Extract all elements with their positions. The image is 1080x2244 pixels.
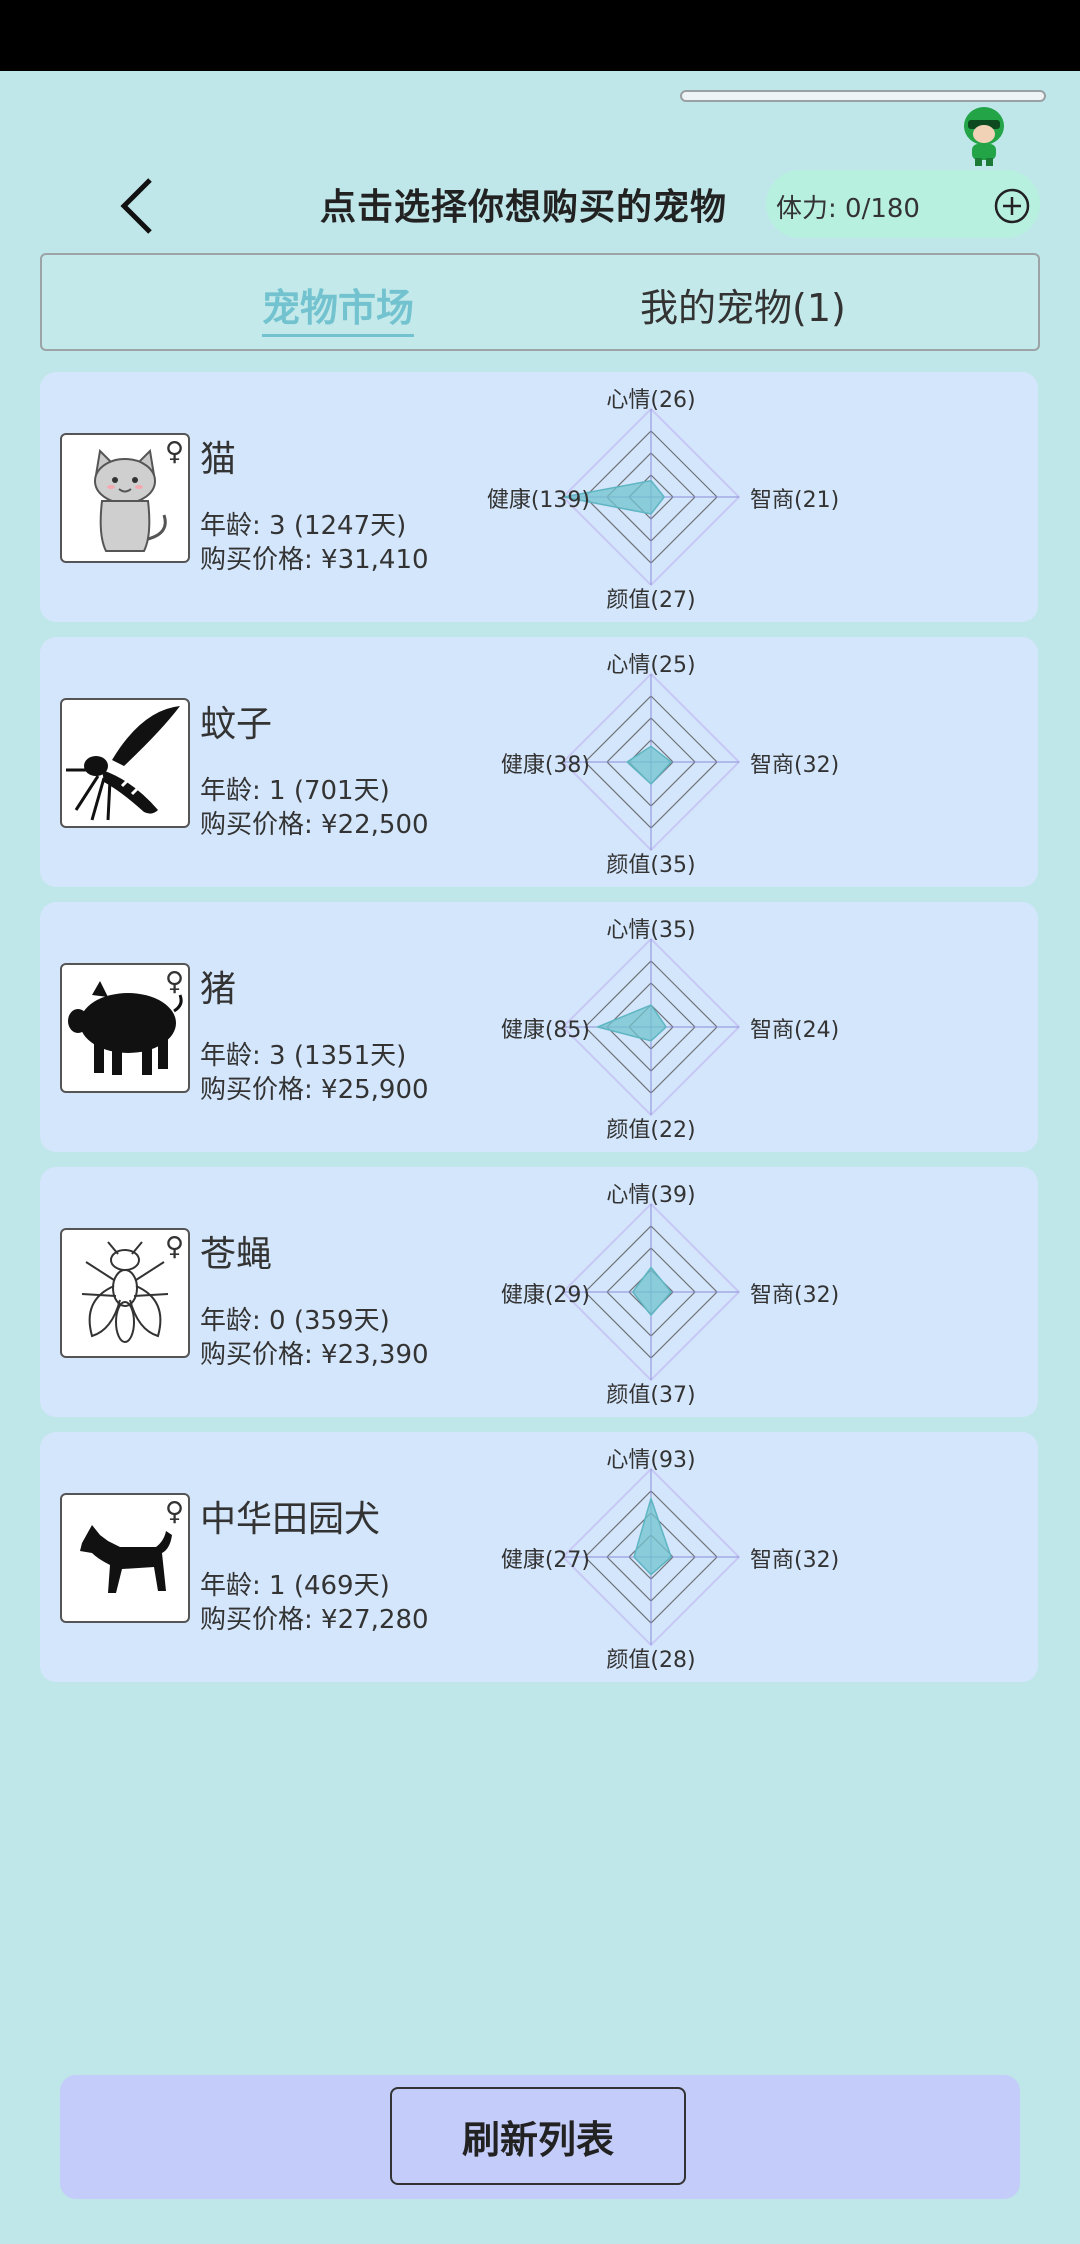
stat-iq-label: 智商(21) (750, 488, 840, 513)
stat-health-label: 健康(85) (500, 1018, 590, 1043)
gender-female-icon: ♀ (164, 1232, 184, 1262)
mosquito-icon (66, 706, 180, 821)
pet-price: 购买价格: ¥23,390 (200, 1340, 429, 1370)
stat-iq-label: 智商(32) (750, 1283, 840, 1308)
page-title: 点击选择你想购买的宠物 (320, 187, 728, 228)
pet-name: 中华田园犬 (200, 1499, 381, 1540)
stat-health-label: 健康(27) (500, 1548, 590, 1573)
header: 点击选择你想购买的宠物 体力: 0/180 (0, 160, 1080, 250)
stat-looks-label: 颜值(22) (606, 1118, 696, 1143)
stat-health-label: 健康(38) (500, 753, 590, 778)
pet-price: 购买价格: ¥22,500 (200, 810, 429, 840)
gender-female-icon: ♀ (164, 1497, 184, 1527)
stats-radar: 心情(35) 智商(24) 颜值(22) 健康(85) (426, 902, 876, 1152)
gender-female-icon: ♀ (164, 437, 184, 467)
pet-thumbnail: ♀ (60, 1228, 190, 1358)
stat-looks-label: 颜值(28) (606, 1648, 696, 1673)
pet-name: 猫 (200, 439, 237, 480)
stat-mood-label: 心情(25) (606, 653, 696, 678)
tab-my-pets[interactable]: 我的宠物(1) (640, 277, 846, 332)
pet-age: 年龄: 3 (1351天) (200, 1041, 407, 1071)
stats-radar: 心情(26) 智商(21) 颜值(27) 健康(139) (426, 372, 876, 622)
stat-iq-label: 智商(32) (750, 1548, 840, 1573)
pet-price: 购买价格: ¥31,410 (200, 545, 429, 575)
pet-age: 年龄: 3 (1247天) (200, 511, 407, 541)
pet-age: 年龄: 1 (469天) (200, 1571, 390, 1601)
pet-thumbnail: ♀ (60, 433, 190, 563)
tab-pet-market[interactable]: 宠物市场 (262, 277, 415, 337)
stat-looks-label: 颜值(35) (606, 853, 696, 878)
pet-name: 猪 (200, 969, 237, 1010)
pet-price: 购买价格: ¥25,900 (200, 1075, 429, 1105)
stats-radar: 心情(25) 智商(32) 颜值(35) 健康(38) (426, 637, 876, 887)
pet-price: 购买价格: ¥27,280 (200, 1605, 429, 1635)
footer-bar: 刷新列表 (60, 2075, 1020, 2199)
stats-radar: 心情(39) 智商(32) 颜值(37) 健康(29) (426, 1167, 876, 1417)
stamina-indicator: 体力: 0/180 (766, 170, 1040, 238)
pet-thumbnail: ♀ (60, 963, 190, 1093)
add-stamina-button[interactable] (994, 188, 1030, 224)
stat-looks-label: 颜值(27) (606, 588, 696, 613)
pet-card[interactable]: ♀ 猪 年龄: 3 (1351天) 购买价格: ¥25,900 心情(35) 智… (40, 902, 1038, 1152)
tab-bar: 宠物市场 我的宠物(1) (40, 253, 1040, 351)
radar-stats-shape (631, 1266, 673, 1317)
stat-iq-label: 智商(24) (750, 1018, 840, 1043)
stat-mood-label: 心情(35) (606, 918, 696, 943)
avatar-icon[interactable] (956, 104, 1012, 168)
stat-looks-label: 颜值(37) (606, 1383, 696, 1408)
pet-thumbnail: ♀ (60, 1493, 190, 1623)
refresh-list-button[interactable]: 刷新列表 (390, 2087, 686, 2185)
pet-name: 蚊子 (200, 704, 273, 745)
pet-name: 苍蝇 (200, 1234, 273, 1275)
stat-health-label: 健康(139) (486, 488, 590, 513)
pet-card[interactable]: ♀ 中华田园犬 年龄: 1 (469天) 购买价格: ¥27,280 心情(93… (40, 1432, 1038, 1682)
stat-mood-label: 心情(26) (606, 388, 696, 413)
stats-radar: 心情(93) 智商(32) 颜值(28) 健康(27) (426, 1432, 876, 1682)
pet-card[interactable]: ♀ 苍蝇 年龄: 0 (359天) 购买价格: ¥23,390 心情(39) 智… (40, 1167, 1038, 1417)
pet-card[interactable]: 蚊子 年龄: 1 (701天) 购买价格: ¥22,500 心情(25) 智商(… (40, 637, 1038, 887)
progress-track (680, 90, 1046, 102)
pet-thumbnail (60, 698, 190, 828)
radar-stats-shape (625, 745, 673, 786)
stat-mood-label: 心情(39) (606, 1183, 696, 1208)
gender-female-icon: ♀ (164, 967, 184, 997)
radar-stats-shape (633, 1496, 672, 1576)
stat-iq-label: 智商(32) (750, 753, 840, 778)
pet-card[interactable]: ♀ 猫 年龄: 3 (1247天) 购买价格: ¥31,410 心情(26) 智… (40, 372, 1038, 622)
pet-age: 年龄: 1 (701天) (200, 776, 390, 806)
pet-age: 年龄: 0 (359天) (200, 1306, 390, 1336)
stamina-text: 体力: 0/180 (776, 194, 920, 224)
stat-health-label: 健康(29) (500, 1283, 590, 1308)
status-bar (0, 0, 1080, 71)
back-button[interactable] (108, 176, 168, 236)
stat-mood-label: 心情(93) (606, 1448, 696, 1473)
chevron-left-icon (120, 178, 152, 234)
